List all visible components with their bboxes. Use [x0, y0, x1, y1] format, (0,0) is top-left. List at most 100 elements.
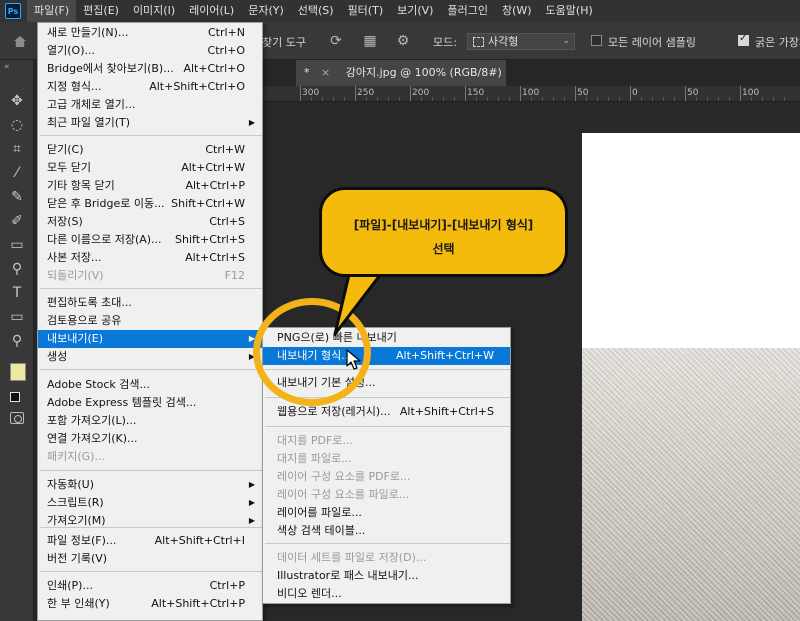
menubar-item[interactable]: 이미지(I) [126, 0, 182, 22]
close-icon[interactable]: × [321, 66, 330, 79]
menubar-item[interactable]: 창(W) [495, 0, 539, 22]
ruler-minor-tick [608, 97, 609, 101]
foreground-color-swatch[interactable] [10, 363, 26, 381]
menu-item-shortcut: Alt+Ctrl+W [181, 161, 245, 174]
move-tool-icon[interactable]: ✥ [8, 92, 26, 110]
menu-item[interactable]: 한 부 인쇄(Y) Alt+Shift+Ctrl+P [38, 595, 262, 613]
menu-item[interactable]: 닫은 후 Bridge로 이동... Shift+Ctrl+W [38, 195, 262, 213]
menu-item-label: 검토용으로 공유 [47, 314, 122, 327]
menu-item[interactable]: 연결 가져오기(K)... [38, 430, 262, 448]
menu-item-shortcut: Alt+Shift+Ctrl+P [151, 597, 245, 610]
menu-item-label: 대지를 PDF로... [277, 434, 353, 447]
menu-item: 레이어 구성 요소를 파일로... [263, 486, 510, 504]
menubar-item[interactable]: 필터(T) [341, 0, 391, 22]
refresh-icon[interactable]: ⟳ [328, 33, 344, 49]
menu-item[interactable]: 검토용으로 공유 [38, 312, 262, 330]
type-tool-icon[interactable]: T [8, 284, 26, 302]
menubar-item[interactable]: 보기(V) [390, 0, 440, 22]
dodge-tool-icon[interactable]: ⚲ [8, 260, 26, 278]
menu-item[interactable]: 고급 개체로 열기... [38, 96, 262, 114]
ruler-tick [410, 86, 411, 101]
menu-separator [265, 543, 510, 544]
menubar-item[interactable]: 레이어(L) [182, 0, 241, 22]
menu-item[interactable]: 내보내기(E) ▶ [38, 330, 262, 348]
sample-all-layers-label: 모든 레이어 샘플링 [608, 36, 696, 49]
menu-item[interactable]: 버전 기록(V) [38, 550, 262, 568]
ruler-minor-tick [696, 97, 697, 101]
menu-item[interactable]: 새로 만들기(N)... Ctrl+N [38, 24, 262, 42]
document-tab[interactable]: * × 강아지.jpg @ 100% (RGB/8#) [296, 60, 506, 86]
hard-edge-checkbox[interactable] [738, 33, 749, 46]
mode-select[interactable]: 사각형 ⌄ [467, 33, 575, 50]
ruler-tick [575, 86, 576, 101]
sample-all-layers-checkbox[interactable] [591, 35, 602, 46]
rectangle-tool-icon[interactable]: ▭ [8, 308, 26, 326]
menu-item-label: 닫기(C) [47, 143, 84, 156]
ruler-minor-tick [597, 97, 598, 101]
gradient-tool-icon[interactable]: ▭ [8, 236, 26, 254]
menu-item[interactable]: 포함 가져오기(L)... [38, 412, 262, 430]
menubar-item[interactable]: 편집(E) [76, 0, 126, 22]
ruler-minor-tick [487, 97, 488, 101]
menubar-item[interactable]: 플러그인 [440, 0, 494, 22]
menu-item[interactable]: 생성 ▶ [38, 348, 262, 366]
menu-item[interactable]: Adobe Express 템플릿 검색... [38, 394, 262, 412]
menu-item[interactable]: Bridge에서 찾아보기(B)... Alt+Ctrl+O [38, 60, 262, 78]
brush-tool-icon[interactable]: ✐ [8, 212, 26, 230]
quick-mask-icon[interactable] [10, 412, 24, 424]
menu-item[interactable]: 웹용으로 저장(레거시)... Alt+Shift+Ctrl+S [263, 403, 510, 421]
menu-item-label: 스크립트(R) [47, 496, 104, 509]
menu-item: 데이터 세트를 파일로 저장(D)... [263, 549, 510, 567]
menubar-item[interactable]: 문자(Y) [241, 0, 291, 22]
ruler-minor-tick [762, 97, 763, 101]
menu-item[interactable]: 최근 파일 열기(T) ▶ [38, 114, 262, 132]
hard-edge-label: 굵은 가장자리 [755, 36, 800, 49]
eyedropper-tool-icon[interactable]: ⁄ [8, 164, 26, 182]
menu-item[interactable]: 모두 닫기 Alt+Ctrl+W [38, 159, 262, 177]
menu-item[interactable]: 사본 저장... Alt+Ctrl+S [38, 249, 262, 267]
ruler-tick [685, 86, 686, 101]
menu-item[interactable]: 스크립트(R) ▶ [38, 494, 262, 512]
menu-item-label: 내보내기(E) [47, 332, 104, 345]
menu-item[interactable]: 다른 이름으로 저장(A)... Shift+Ctrl+S [38, 231, 262, 249]
menu-separator [40, 135, 262, 136]
menu-item[interactable]: Illustrator로 패스 내보내기... [263, 567, 510, 585]
menu-item[interactable]: 기타 항목 닫기 Alt+Ctrl+P [38, 177, 262, 195]
menu-item[interactable]: Adobe Stock 검색... [38, 376, 262, 394]
home-icon[interactable] [14, 36, 26, 47]
menu-item[interactable]: 색상 검색 테이블... [263, 522, 510, 540]
menu-item[interactable]: 레이어를 파일로... [263, 504, 510, 522]
menu-item-label: 연결 가져오기(K)... [47, 432, 138, 445]
menu-item[interactable]: 자동화(U) ▶ [38, 476, 262, 494]
menu-item[interactable]: 지정 형식... Alt+Shift+Ctrl+O [38, 78, 262, 96]
menu-item[interactable]: 저장(S) Ctrl+S [38, 213, 262, 231]
horizontal-ruler: 300 250 200 150 100 50 0 50 100 [262, 86, 800, 102]
chevron-down-icon: ⌄ [562, 36, 570, 46]
menubar-item[interactable]: 도움말(H) [539, 0, 600, 22]
sample-icon[interactable]: ▦ [362, 33, 378, 49]
menubar-item[interactable]: 파일(F) [27, 0, 77, 22]
menu-item-label: Illustrator로 패스 내보내기... [277, 569, 419, 582]
zoom-tool-icon[interactable]: ⚲ [8, 332, 26, 350]
menu-item[interactable]: 편집하도록 초대... [38, 294, 262, 312]
ruler-tick [300, 86, 301, 101]
gear-icon[interactable]: ⚙ [395, 33, 411, 49]
menu-item-label: 고급 개체로 열기... [47, 98, 136, 111]
menu-item[interactable]: 닫기(C) Ctrl+W [38, 141, 262, 159]
menu-item[interactable]: 열기(O)... Ctrl+O [38, 42, 262, 60]
menu-item[interactable]: 파일 정보(F)... Alt+Shift+Ctrl+I [38, 532, 262, 550]
default-colors-icon[interactable] [10, 392, 20, 402]
menu-item-label: 새로 만들기(N)... [47, 26, 129, 39]
menu-item-shortcut: Alt+Shift+Ctrl+O [149, 80, 245, 93]
menu-item-shortcut: Alt+Ctrl+P [185, 179, 245, 192]
menu-item[interactable]: 비디오 렌더... [263, 585, 510, 603]
crop-tool-icon[interactable]: ⌗ [8, 140, 26, 158]
menu-item[interactable]: 인쇄(P)... Ctrl+P [38, 577, 262, 595]
menubar-item[interactable]: 선택(S) [291, 0, 341, 22]
ruler-tick [465, 86, 466, 101]
healing-brush-icon[interactable]: ✎ [8, 188, 26, 206]
ruler-minor-tick [443, 97, 444, 101]
lasso-tool-icon[interactable]: ◌ [8, 116, 26, 134]
menu-item-shortcut: Alt+Shift+Ctrl+S [399, 405, 494, 418]
collapse-icon[interactable]: « [4, 62, 10, 72]
